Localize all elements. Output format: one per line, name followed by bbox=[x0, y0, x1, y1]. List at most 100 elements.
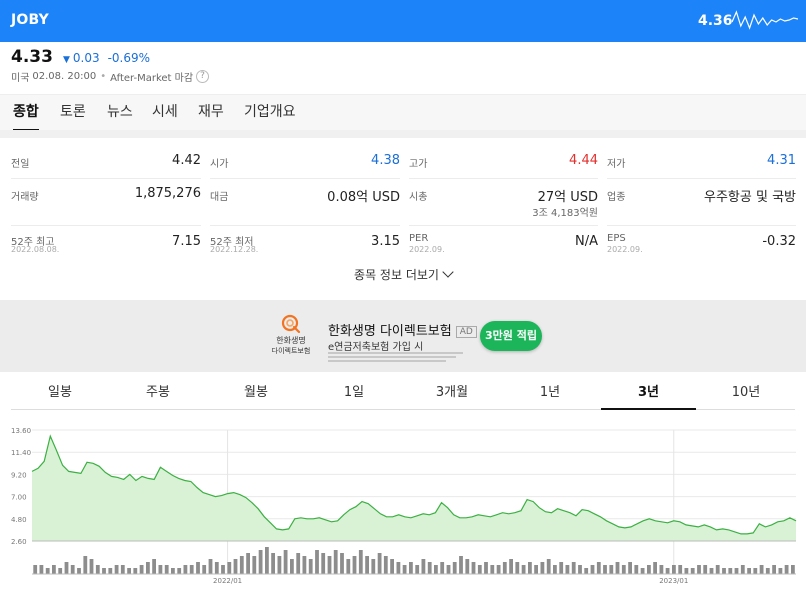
volume-bar bbox=[534, 565, 538, 574]
period-3m[interactable]: 3개월 bbox=[403, 378, 501, 410]
ad-brand-line2: 다이렉트보험 bbox=[271, 347, 311, 355]
tab-discussion[interactable]: 토론 bbox=[60, 95, 86, 131]
volume-bar bbox=[546, 559, 551, 574]
y-tick-label: 11.40 bbox=[11, 449, 31, 457]
volume-bar bbox=[647, 565, 651, 574]
volume-bar bbox=[239, 556, 244, 574]
volume-bar bbox=[446, 565, 451, 574]
volume-bar bbox=[95, 565, 100, 574]
volume-bar bbox=[214, 562, 219, 574]
volume-bar bbox=[164, 565, 169, 574]
volume-bar bbox=[709, 568, 714, 574]
stat-label: 대금 bbox=[210, 192, 229, 203]
price-chart-svg: 13.60 11.40 9.20 7.00 4.80 2.60 2022/01 2023/01 bbox=[11, 427, 797, 585]
volume-bar bbox=[133, 568, 138, 574]
volume-bar bbox=[515, 562, 520, 574]
tab-financials[interactable]: 재무 bbox=[198, 95, 224, 131]
ad-cta-button[interactable]: 3만원 적립 bbox=[480, 321, 542, 351]
market-meta: 미국 02.08. 20:00 • After-Market 마감 ? bbox=[11, 69, 210, 84]
volume-bar bbox=[371, 559, 376, 574]
volume-bar bbox=[471, 562, 476, 574]
volume-bar bbox=[459, 556, 463, 574]
period-1d[interactable]: 1일 bbox=[305, 378, 403, 410]
volume-bar bbox=[722, 568, 726, 574]
tab-news[interactable]: 뉴스 bbox=[107, 95, 133, 131]
tab-company-info[interactable]: 기업개요 bbox=[244, 95, 296, 131]
volume-bar bbox=[52, 565, 56, 574]
volume-bar bbox=[77, 568, 81, 574]
volume-bar bbox=[791, 565, 795, 574]
ticker-symbol[interactable]: JOBY bbox=[11, 12, 49, 28]
volume-bar bbox=[715, 565, 720, 574]
ad-logo: 한화생명 다이렉트보험 bbox=[268, 314, 314, 360]
x-tick-label: 2022/01 bbox=[213, 577, 242, 585]
tab-overview[interactable]: 종합 bbox=[13, 95, 39, 131]
stat-52w-high: 52주 최고 2022.08.08. 7.15 bbox=[11, 233, 201, 257]
volume-bar bbox=[452, 562, 457, 574]
volume-bar bbox=[609, 565, 614, 574]
volume-bar bbox=[765, 568, 770, 574]
volume-bar bbox=[590, 565, 595, 574]
volume-bar bbox=[358, 550, 363, 574]
volume-bar bbox=[70, 565, 75, 574]
period-3y[interactable]: 3년 bbox=[601, 378, 696, 410]
period-10y[interactable]: 10년 bbox=[697, 378, 795, 410]
volume-bar bbox=[183, 565, 188, 574]
volume-bar bbox=[108, 568, 113, 574]
y-tick-label: 7.00 bbox=[11, 494, 27, 502]
period-weekly[interactable]: 주봉 bbox=[109, 378, 207, 410]
volume-bar bbox=[734, 568, 739, 574]
volume-bar bbox=[784, 565, 789, 574]
price-summary: 4.33 ▼ 0.03 -0.69% bbox=[11, 47, 150, 67]
stat-prev-close: 전일 4.42 bbox=[11, 153, 201, 173]
volume-bar bbox=[728, 568, 733, 574]
volume-bar bbox=[690, 568, 695, 574]
volume-bar bbox=[665, 568, 670, 574]
volume-bar bbox=[640, 568, 645, 574]
main-tabs: 종합 토론 뉴스 시세 재무 기업개요 bbox=[0, 94, 806, 131]
period-1y[interactable]: 1년 bbox=[501, 378, 599, 410]
volume-bar bbox=[502, 562, 507, 574]
y-tick-label: 13.60 bbox=[11, 427, 31, 435]
volume-bar bbox=[383, 556, 388, 574]
stat-value[interactable]: 우주항공 및 국방 bbox=[704, 186, 796, 205]
volume-bar bbox=[308, 559, 313, 574]
volume-bar bbox=[496, 565, 501, 574]
current-price: 4.33 bbox=[11, 47, 53, 67]
row-divider bbox=[210, 178, 400, 179]
volume-bar bbox=[703, 565, 708, 574]
price-chart[interactable]: 13.60 11.40 9.20 7.00 4.80 2.60 2022/01 2023/01 bbox=[0, 420, 806, 591]
tab-quotes[interactable]: 시세 bbox=[152, 95, 178, 131]
volume-bar bbox=[653, 562, 657, 574]
volume-bar bbox=[296, 553, 301, 574]
volume-bar bbox=[484, 562, 488, 574]
help-icon[interactable]: ? bbox=[196, 69, 210, 83]
volume-bar bbox=[327, 556, 332, 574]
y-tick-label: 2.60 bbox=[11, 538, 27, 546]
row-divider bbox=[607, 178, 796, 179]
volume-bar bbox=[521, 565, 526, 574]
stat-label: EPS bbox=[607, 233, 626, 244]
stat-low: 저가 4.31 bbox=[607, 153, 796, 173]
stat-date: 2022.08.08. bbox=[11, 245, 60, 254]
volume-bar bbox=[477, 565, 482, 574]
volume-bar bbox=[158, 565, 163, 574]
x-tick-label: 2023/01 bbox=[659, 577, 688, 585]
period-tabs: 일봉 주봉 월봉 1일 3개월 1년 3년 10년 bbox=[11, 378, 795, 410]
chevron-down-icon bbox=[442, 266, 454, 278]
volume-bar bbox=[208, 559, 213, 574]
period-monthly[interactable]: 월봉 bbox=[207, 378, 305, 410]
ad-banner[interactable]: 한화생명 다이렉트보험 한화생명 다이렉트보험 AD e연금저축보험 가입 시 3… bbox=[0, 300, 806, 372]
stat-date: 2022.12.28. bbox=[210, 245, 259, 254]
volume-bar bbox=[634, 565, 639, 574]
more-info-button[interactable]: 종목 정보 더보기 bbox=[0, 266, 806, 292]
price-change-percent: -0.69% bbox=[107, 51, 151, 65]
section-divider bbox=[0, 130, 806, 138]
volume-bar bbox=[152, 559, 156, 574]
stat-per: PER 2022.09. N/A bbox=[409, 233, 598, 257]
header-bar: JOBY 4.36 bbox=[0, 0, 806, 42]
stat-volume: 거래량 1,875,276 bbox=[11, 186, 201, 220]
volume-bar bbox=[258, 550, 263, 574]
period-daily[interactable]: 일봉 bbox=[11, 378, 109, 410]
stat-label: 저가 bbox=[607, 159, 626, 170]
